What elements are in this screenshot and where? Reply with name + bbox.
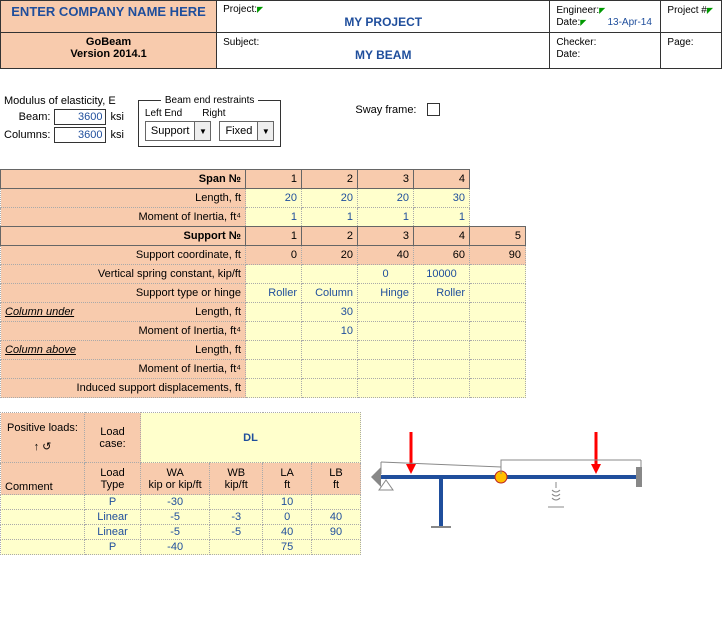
marker-icon: ◤ [580,18,586,27]
project-value[interactable]: MY PROJECT [223,15,543,29]
app-name: GoBeam [7,36,210,48]
project-label: Project: [223,4,257,15]
leftend-label: Left End [145,108,182,119]
beam-diagram [371,412,651,542]
arrow-up-icon: ↑ ↺ [5,440,80,453]
date-value[interactable]: 13-Apr-14 [607,17,651,28]
sway-checkbox[interactable] [427,103,440,116]
beam-input[interactable] [54,109,106,125]
loadcase-value: DL [141,413,361,463]
restraints-fieldset: Beam end restraints Left End Right Suppor… [138,95,281,147]
rightend-label: Right [202,108,225,119]
subject-value[interactable]: MY BEAM [223,48,543,62]
app-version: Version 2014.1 [7,48,210,60]
unit: ksi [110,111,123,123]
loads-table[interactable]: Positive loads:↑ ↺ Load case: DL Comment… [0,412,361,555]
checker-label: Checker: [556,37,596,48]
config-row: Modulus of elasticity, E Beam: ksi Column… [4,95,722,147]
dropdown-arrow-icon: ▼ [257,122,273,140]
support-title: Support № [1,227,246,246]
date2-label: Date: [556,49,580,60]
dropdown-arrow-icon: ▼ [194,122,210,140]
projectnum-label: Project # [667,5,706,16]
subject-label: Subject: [223,37,259,48]
marker-icon: ◤ [707,6,713,15]
rightend-dropdown[interactable]: Fixed▼ [219,121,274,141]
loadcase-label: Load case: [85,413,141,463]
page-label: Page: [667,37,693,48]
span-title: Span № [1,170,246,189]
marker-icon: ◤ [599,6,605,15]
leftend-dropdown[interactable]: Support▼ [145,121,212,141]
date-label: Date: [556,17,580,28]
sway-label: Sway frame: [355,104,416,116]
restraints-legend: Beam end restraints [161,95,259,106]
header-block: ENTER COMPANY NAME HERE Project:◤ MY PRO… [0,0,722,69]
columns-label: Columns: [4,129,50,141]
marker-icon: ◤ [257,5,263,14]
beam-label: Beam: [19,111,51,123]
span-table[interactable]: Span № 1234 Length, ft 20202030 Moment o… [0,169,526,398]
company-name[interactable]: ENTER COMPANY NAME HERE [1,1,217,33]
modulus-title: Modulus of elasticity, E [4,95,124,107]
engineer-label: Engineer: [556,5,599,16]
unit: ksi [110,129,123,141]
columns-input[interactable] [54,127,106,143]
